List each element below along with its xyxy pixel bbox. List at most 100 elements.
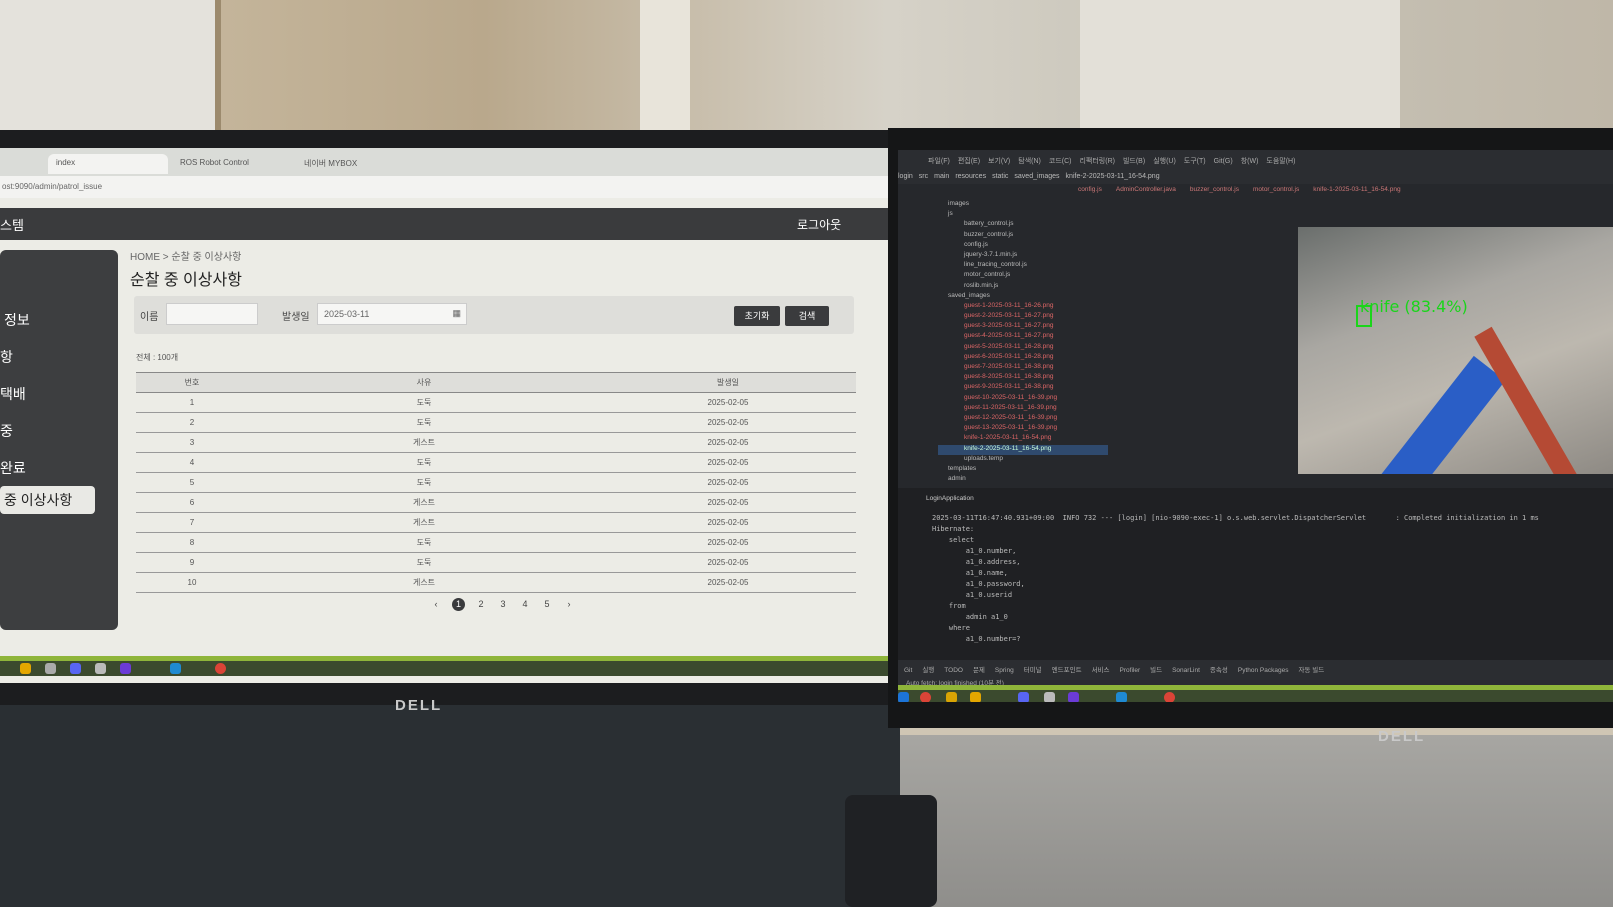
- ide-menu-item[interactable]: 보기(V): [988, 158, 1010, 165]
- ide-menu-item[interactable]: 파일(F): [928, 158, 950, 165]
- editor-tab[interactable]: AdminController.java: [1116, 186, 1176, 193]
- address-bar[interactable]: ost:9090/admin/patrol_issue: [0, 176, 888, 198]
- tree-folder[interactable]: js: [938, 210, 1108, 220]
- run-tab[interactable]: LoginApplication: [926, 495, 974, 502]
- path-segment[interactable]: src: [919, 173, 928, 180]
- name-input[interactable]: [166, 303, 258, 325]
- next-page-button[interactable]: ›: [558, 599, 580, 609]
- tree-file[interactable]: guest-1-2025-03-11_16-26.png: [938, 302, 1108, 312]
- tool-window-button[interactable]: 터미널: [1024, 667, 1042, 674]
- calendar-icon[interactable]: ▦: [452, 308, 461, 319]
- tree-file[interactable]: guest-11-2025-03-11_16-39.png: [938, 404, 1108, 414]
- tree-file[interactable]: buzzer_control.js: [938, 231, 1108, 241]
- path-segment[interactable]: resources: [955, 173, 986, 180]
- editor-tab[interactable]: motor_control.js: [1253, 186, 1299, 193]
- table-row[interactable]: 10 게스트 2025-02-05: [136, 572, 856, 593]
- table-row[interactable]: 2 도둑 2025-02-05: [136, 412, 856, 433]
- tree-file[interactable]: knife-1-2025-03-11_16-54.png: [938, 434, 1108, 444]
- date-input[interactable]: 2025-03-11 ▦: [317, 303, 467, 325]
- path-segment[interactable]: static: [992, 173, 1008, 180]
- app-icon[interactable]: [45, 663, 56, 674]
- tool-window-button[interactable]: 실행: [922, 667, 934, 674]
- tab-index[interactable]: index: [48, 154, 168, 174]
- tree-file[interactable]: uploads.temp: [938, 455, 1108, 465]
- editor-tab[interactable]: config.js: [1078, 186, 1102, 193]
- vscode-icon[interactable]: [1116, 692, 1127, 702]
- ide-menu-item[interactable]: 코드(C): [1049, 158, 1072, 165]
- tree-file[interactable]: jquery-3.7.1.min.js: [938, 251, 1108, 261]
- ide-menu-item[interactable]: 도구(T): [1184, 158, 1206, 165]
- tree-file[interactable]: roslib.min.js: [938, 282, 1108, 292]
- tree-file[interactable]: config.js: [938, 241, 1108, 251]
- editor-tab[interactable]: buzzer_control.js: [1190, 186, 1239, 193]
- kakaotalk-icon[interactable]: [20, 663, 31, 674]
- tree-folder[interactable]: saved_images: [938, 292, 1108, 302]
- sidebar-item-complete[interactable]: 완료: [0, 458, 26, 478]
- sidebar-item-notice[interactable]: 항: [0, 347, 13, 367]
- ide-menu-item[interactable]: 리팩터링(R): [1079, 158, 1114, 165]
- table-row[interactable]: 7 게스트 2025-02-05: [136, 512, 856, 533]
- chrome-icon[interactable]: [215, 663, 226, 674]
- kakaotalk-icon[interactable]: [970, 692, 981, 702]
- tree-file[interactable]: guest-3-2025-03-11_16-27.png: [938, 322, 1108, 332]
- intellij-icon[interactable]: [120, 663, 131, 674]
- tool-window-button[interactable]: Profiler: [1120, 667, 1141, 674]
- intellij-icon[interactable]: [1068, 692, 1079, 702]
- tool-window-button[interactable]: 문제: [973, 667, 985, 674]
- prev-page-button[interactable]: ‹: [425, 599, 447, 609]
- windows-start-icon[interactable]: [898, 692, 909, 702]
- settings-icon[interactable]: [95, 663, 106, 674]
- tool-window-button[interactable]: 서비스: [1092, 667, 1110, 674]
- page-1-button[interactable]: 1: [452, 598, 465, 611]
- sidebar-item-info[interactable]: 정보: [4, 310, 30, 330]
- tree-file[interactable]: knife-2-2025-03-11_16-54.png: [938, 444, 1108, 455]
- tree-folder[interactable]: images: [938, 200, 1108, 210]
- table-row[interactable]: 5 도둑 2025-02-05: [136, 472, 856, 493]
- sidebar-item-in-progress[interactable]: 중: [0, 421, 13, 441]
- tree-file[interactable]: guest-7-2025-03-11_16-38.png: [938, 363, 1108, 373]
- tool-window-button[interactable]: TODO: [944, 667, 963, 674]
- tree-file[interactable]: guest-12-2025-03-11_16-39.png: [938, 414, 1108, 424]
- path-segment[interactable]: main: [934, 173, 949, 180]
- tab-mybox[interactable]: 네이버 MYBOX: [296, 154, 414, 174]
- page-3-button[interactable]: 3: [492, 599, 514, 609]
- settings-icon[interactable]: [1044, 692, 1055, 702]
- table-row[interactable]: 3 게스트 2025-02-05: [136, 432, 856, 453]
- tree-file[interactable]: line_tracing_control.js: [938, 261, 1108, 271]
- tab-ros-robot-control[interactable]: ROS Robot Control: [172, 154, 290, 174]
- tree-file[interactable]: guest-13-2025-03-11_16-39.png: [938, 424, 1108, 434]
- tree-file[interactable]: guest-8-2025-03-11_16-38.png: [938, 373, 1108, 383]
- discord-icon[interactable]: [70, 663, 81, 674]
- folder-icon[interactable]: [946, 692, 957, 702]
- tree-file[interactable]: guest-5-2025-03-11_16-28.png: [938, 343, 1108, 353]
- sidebar-item-patrol-issue[interactable]: 중 이상사항: [0, 486, 95, 514]
- ide-menu-item[interactable]: 도움말(H): [1266, 158, 1295, 165]
- tool-window-button[interactable]: 엔드포인트: [1052, 667, 1082, 674]
- logout-button[interactable]: 로그아웃: [797, 216, 841, 233]
- table-row[interactable]: 4 도둑 2025-02-05: [136, 452, 856, 473]
- page-2-button[interactable]: 2: [470, 599, 492, 609]
- tool-window-button[interactable]: SonarLint: [1172, 667, 1200, 674]
- table-row[interactable]: 6 게스트 2025-02-05: [136, 492, 856, 513]
- chrome-icon-2[interactable]: [1164, 692, 1175, 702]
- tool-window-button[interactable]: Python Packages: [1238, 667, 1289, 674]
- tree-file[interactable]: guest-10-2025-03-11_16-39.png: [938, 394, 1108, 404]
- page-5-button[interactable]: 5: [536, 599, 558, 609]
- tool-window-button[interactable]: 빌드: [1150, 667, 1162, 674]
- tree-file[interactable]: motor_control.js: [938, 271, 1108, 281]
- tree-file[interactable]: guest-4-2025-03-11_16-27.png: [938, 332, 1108, 342]
- tool-window-button[interactable]: Git: [904, 667, 912, 674]
- ide-menu-item[interactable]: 실행(U): [1153, 158, 1176, 165]
- sidebar-item-delivery[interactable]: 택배: [0, 384, 26, 404]
- table-row[interactable]: 9 도둑 2025-02-05: [136, 552, 856, 573]
- page-4-button[interactable]: 4: [514, 599, 536, 609]
- tree-file[interactable]: battery_control.js: [938, 220, 1108, 230]
- ide-menu-item[interactable]: 탐색(N): [1018, 158, 1041, 165]
- editor-tab[interactable]: knife-1-2025-03-11_16-54.png: [1313, 186, 1400, 193]
- tool-window-button[interactable]: 종속성: [1210, 667, 1228, 674]
- search-button[interactable]: 검색: [785, 306, 829, 326]
- path-segment[interactable]: saved_images: [1014, 173, 1059, 180]
- path-segment[interactable]: login: [898, 173, 913, 180]
- ide-menu-item[interactable]: 빌드(B): [1123, 158, 1145, 165]
- table-row[interactable]: 8 도둑 2025-02-05: [136, 532, 856, 553]
